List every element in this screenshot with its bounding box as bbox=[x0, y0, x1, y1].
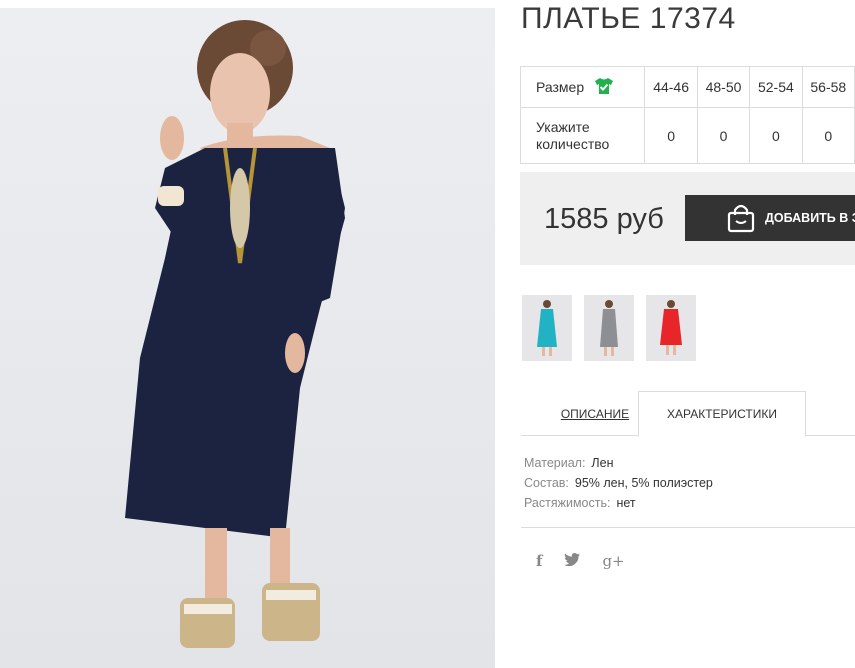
facebook-icon[interactable]: f bbox=[536, 552, 542, 570]
twitter-icon[interactable] bbox=[564, 552, 581, 570]
spec-key: Состав: bbox=[524, 476, 569, 490]
size-label: Размер bbox=[536, 79, 585, 95]
quantity-input-44-46[interactable]: 0 bbox=[644, 107, 698, 164]
info-tabs: ОПИСАНИЕ ХАРАКТЕРИСТИКИ bbox=[521, 391, 855, 437]
spec-value: Лен bbox=[591, 456, 614, 470]
size-52-54: 52-54 bbox=[749, 66, 803, 108]
quantity-input-52-54[interactable]: 0 bbox=[749, 107, 803, 164]
google-plus-icon[interactable]: g+ bbox=[602, 552, 624, 570]
spec-key: Материал: bbox=[524, 456, 586, 470]
spec-value: нет bbox=[616, 496, 636, 510]
size-56-58: 56-58 bbox=[801, 66, 855, 108]
size-48-50: 48-50 bbox=[696, 66, 751, 108]
tab-characteristics[interactable]: ХАРАКТЕРИСТИКИ bbox=[638, 391, 806, 437]
thumbnail-gray[interactable] bbox=[584, 295, 634, 361]
add-to-order-button[interactable]: ДОБАВИТЬ В ЗАКАЗ bbox=[685, 195, 855, 241]
quantity-label-line2: количество bbox=[536, 135, 610, 152]
characteristics-list: Материал: Лен Состав: 95% лен, 5% полиэсте… bbox=[524, 453, 713, 513]
spec-value: 95% лен, 5% полиэстер bbox=[574, 476, 713, 490]
price-box: 1585 руб ДОБАВИТЬ В ЗАКАЗ bbox=[520, 172, 855, 265]
quantity-input-56-58[interactable]: 0 bbox=[801, 107, 855, 164]
add-to-order-label: ДОБАВИТЬ В ЗАКАЗ bbox=[765, 211, 855, 225]
shopping-bag-icon bbox=[727, 203, 755, 236]
quantity-label-line1: Укажите bbox=[536, 118, 590, 135]
thumbnail-red[interactable] bbox=[646, 295, 696, 361]
spec-row-material: Материал: Лен bbox=[524, 453, 713, 473]
spec-row-stretch: Растяжимость: нет bbox=[524, 493, 713, 513]
spec-key: Растяжимость: bbox=[524, 496, 611, 510]
size-44-46: 44-46 bbox=[644, 66, 698, 108]
divider bbox=[521, 527, 855, 528]
social-share: f g+ bbox=[536, 552, 625, 570]
color-thumbnails bbox=[522, 295, 696, 361]
tshirt-check-icon bbox=[594, 77, 614, 98]
thumbnail-turquoise[interactable] bbox=[522, 295, 572, 361]
product-title: ПЛАТЬЕ 17374 bbox=[521, 2, 736, 35]
tab-description[interactable]: ОПИСАНИЕ bbox=[539, 391, 651, 436]
product-photo[interactable] bbox=[0, 8, 495, 668]
model-illustration bbox=[125, 20, 345, 648]
size-table: Размер 44-46 48-50 52-54 56-58 Укажите к… bbox=[519, 66, 855, 164]
quantity-input-48-50[interactable]: 0 bbox=[696, 107, 751, 164]
spec-row-composition: Состав: 95% лен, 5% полиэстер bbox=[524, 473, 713, 493]
quantity-label-cell: Укажите количество bbox=[519, 107, 646, 164]
size-label-cell: Размер bbox=[519, 66, 646, 108]
price: 1585 руб bbox=[544, 203, 664, 235]
